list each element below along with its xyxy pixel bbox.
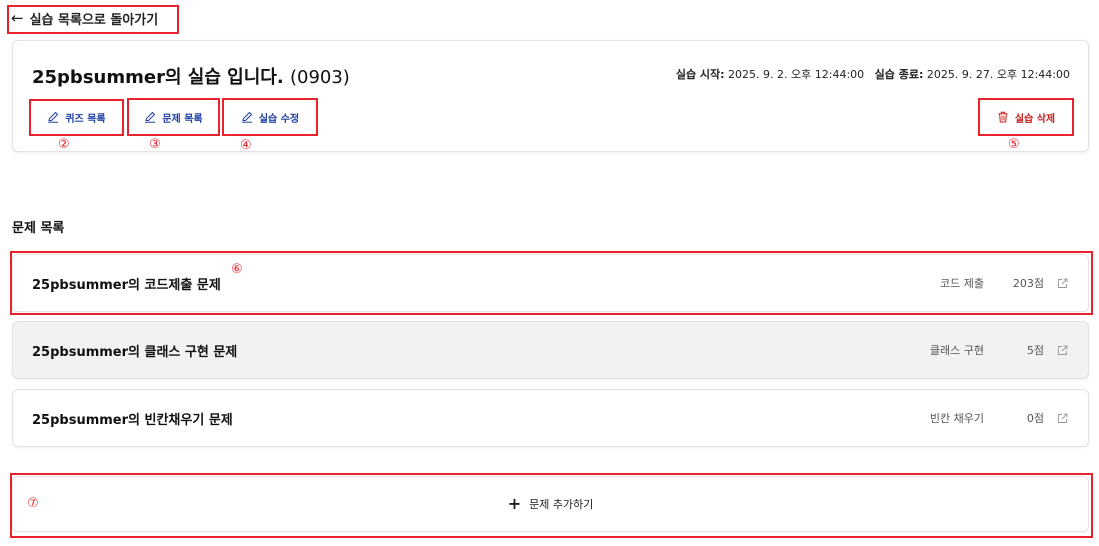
external-link-icon[interactable] [1057, 345, 1068, 356]
delete-practice-label: 실습 삭제 [1014, 113, 1056, 125]
problem-type: 빈칸 채우기 [929, 412, 984, 425]
start-value: 2025. 9. 2. 오후 12:44:00 [728, 68, 865, 81]
annotation-number-2: ② [58, 137, 70, 152]
add-problem-label: 문제 추가하기 [529, 498, 594, 511]
problem-score: 0점 [1026, 412, 1044, 425]
edit-practice-button[interactable]: 실습 수정 [222, 99, 318, 135]
edit-practice-label: 실습 수정 [258, 113, 300, 125]
problem-list-button[interactable]: 문제 목록 [127, 99, 220, 135]
problem-name: 25pbsummer의 빈칸채우기 문제 [32, 412, 233, 428]
annotation-number-6: ⑥ [231, 262, 243, 277]
quiz-list-button[interactable]: 퀴즈 목록 [29, 99, 124, 135]
problem-type: 코드 제출 [940, 277, 984, 290]
problem-name: 25pbsummer의 클래스 구현 문제 [32, 344, 238, 360]
pencil-icon [48, 111, 59, 123]
problem-type: 클래스 구현 [929, 344, 984, 357]
practice-header-card: 25pbsummer의 실습 입니다. (0903) 실습 시작: 2025. … [12, 40, 1089, 152]
practice-code: (0903) [289, 67, 350, 88]
plus-icon: + [507, 494, 522, 513]
problem-list-heading: 문제 목록 [12, 221, 65, 236]
annotation-number-4: ④ [240, 138, 252, 153]
trash-icon [998, 111, 1008, 123]
annotation-number-3: ③ [149, 137, 161, 152]
problem-list-label: 문제 목록 [162, 113, 203, 125]
pencil-icon [241, 111, 253, 123]
pencil-icon [145, 111, 156, 123]
practice-title-text: 25pbsummer의 실습 입니다. [32, 67, 284, 88]
arrow-left-icon: ← [11, 9, 24, 27]
start-label: 실습 시작: [675, 68, 725, 81]
back-to-practice-list-link[interactable]: ← 실습 목록으로 돌아가기 [11, 7, 158, 29]
end-value: 2025. 9. 27. 오후 12:44:00 [926, 68, 1070, 81]
delete-practice-button[interactable]: 실습 삭제 [978, 99, 1074, 135]
problem-card[interactable]: 25pbsummer의 클래스 구현 문제 클래스 구현 5점 [12, 321, 1089, 379]
problem-score: 203점 [1012, 277, 1044, 290]
annotation-number-5: ⑤ [1008, 137, 1020, 152]
external-link-icon[interactable] [1057, 278, 1068, 289]
problem-score: 5점 [1026, 344, 1044, 357]
problem-name: 25pbsummer의 코드제출 문제 [32, 277, 221, 293]
annotation-number-7: ⑦ [27, 496, 39, 511]
back-link-label: 실습 목록으로 돌아가기 [29, 12, 159, 28]
quiz-list-label: 퀴즈 목록 [65, 113, 106, 125]
practice-title: 25pbsummer의 실습 입니다. (0903) [32, 63, 350, 89]
add-problem-button[interactable]: + 문제 추가하기 [12, 476, 1089, 532]
end-label: 실습 종료: [874, 68, 924, 81]
external-link-icon[interactable] [1057, 413, 1068, 424]
problem-card[interactable]: 25pbsummer의 코드제출 문제 코드 제출 203점 [12, 254, 1089, 312]
problem-card[interactable]: 25pbsummer의 빈칸채우기 문제 빈칸 채우기 0점 [12, 389, 1089, 447]
practice-period: 실습 시작: 2025. 9. 2. 오후 12:44:00 실습 종료: 20… [676, 66, 1070, 82]
